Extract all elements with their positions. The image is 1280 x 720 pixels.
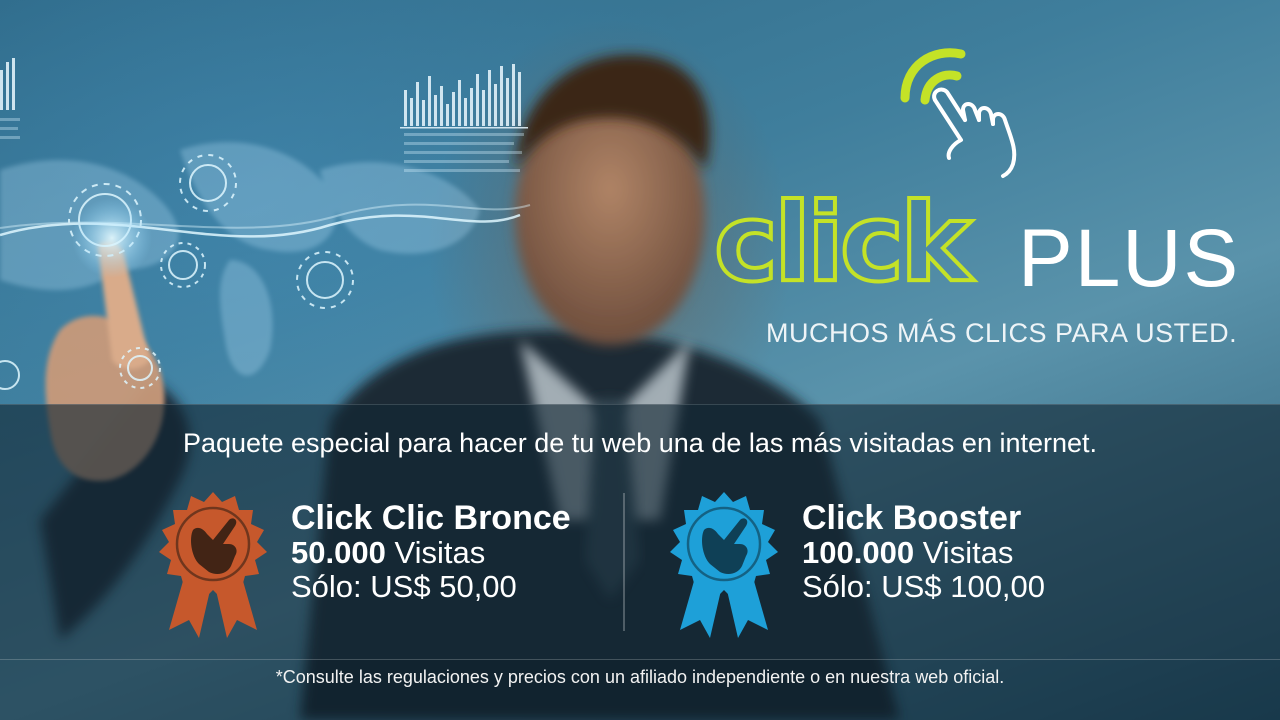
- package-card-bronze: Click Clic Bronce 50.000 Visitas Sólo: U…: [155, 490, 605, 640]
- bronze-rosette-badge-icon: [159, 492, 267, 638]
- package-text-booster: Click Booster 100.000 Visitas Sólo: US$ …: [802, 500, 1045, 604]
- offer-headline: Paquete especial para hacer de tu web un…: [182, 428, 1098, 458]
- package-visits-label: Visitas: [394, 535, 486, 570]
- package-card-booster: Click Booster 100.000 Visitas Sólo: US$ …: [666, 490, 1116, 640]
- package-name: Click Booster: [802, 499, 1022, 537]
- disclaimer-text: *Consulte las regulaciones y precios con…: [275, 667, 1005, 687]
- package-visits: 100.000 Visitas: [802, 536, 1045, 570]
- package-visits: 50.000 Visitas: [291, 536, 571, 570]
- footer-divider-line: [0, 659, 1280, 660]
- logo-tagline: MUCHOS MÁS CLICS PARA USTED.: [766, 318, 1238, 348]
- hologram-bar-chart: [0, 58, 528, 129]
- tapping-hand-icon: [900, 48, 1017, 178]
- offer-band-divider-line: [0, 404, 1280, 405]
- package-price-label: Sólo:: [291, 569, 362, 604]
- package-visits-label: Visitas: [922, 535, 1014, 570]
- package-price: Sólo: US$ 100,00: [802, 570, 1045, 604]
- package-divider: [623, 493, 625, 631]
- package-visits-number: 100.000: [802, 535, 915, 570]
- package-price-value: US$ 50,00: [370, 569, 517, 604]
- logo-plus-word: PLUS: [1018, 213, 1241, 304]
- blue-rosette-badge-icon: [670, 492, 778, 638]
- package-price-value: US$ 100,00: [881, 569, 1046, 604]
- package-visits-number: 50.000: [291, 535, 386, 570]
- package-price: Sólo: US$ 50,00: [291, 570, 571, 604]
- package-price-label: Sólo:: [802, 569, 873, 604]
- logo-click-word: click: [712, 181, 974, 306]
- package-name: Click Clic Bronce: [291, 499, 571, 537]
- package-text-bronze: Click Clic Bronce 50.000 Visitas Sólo: U…: [291, 500, 571, 604]
- click-plus-logo: click PLUS MUCHOS MÁS CLICS PARA USTED.: [700, 40, 1260, 360]
